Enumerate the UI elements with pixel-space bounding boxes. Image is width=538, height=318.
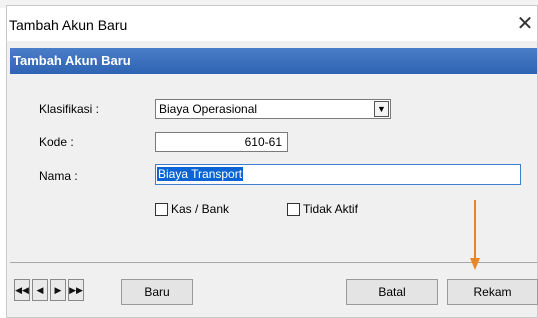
footer-divider [10,262,537,263]
next-record-icon[interactable]: ▶ [50,279,66,301]
rekam-button[interactable]: Rekam [447,279,538,305]
kode-value: 610-61 [244,135,282,149]
kas-bank-label: Kas / Bank [171,202,230,216]
batal-button[interactable]: Batal [346,279,438,305]
baru-button[interactable]: Baru [121,279,193,305]
klasifikasi-value: Biaya Operasional [159,102,258,116]
close-icon[interactable]: ✕ [515,12,535,34]
klasifikasi-select[interactable]: Biaya Operasional ▼ [155,99,391,119]
chevron-down-icon[interactable]: ▼ [374,101,389,117]
tidak-aktif-checkbox[interactable] [287,203,300,216]
kode-input[interactable]: 610-61 [155,132,288,152]
annotation-arrow [470,200,480,270]
nama-value: Biaya Transport [157,167,244,181]
kode-label: Kode : [39,135,74,149]
last-record-icon[interactable]: ▶▶ [68,279,84,301]
first-record-icon[interactable]: ◀◀ [14,279,30,301]
dialog-header-title: Tambah Akun Baru [13,53,131,68]
window-title: Tambah Akun Baru [9,17,128,33]
kas-bank-checkbox[interactable] [155,203,168,216]
klasifikasi-label: Klasifikasi : [39,102,100,116]
previous-record-icon[interactable]: ◀ [32,279,48,301]
tidak-aktif-label: Tidak Aktif [303,202,358,216]
dialog-header: Tambah Akun Baru [10,48,537,74]
title-bar: Tambah Akun Baru ✕ [7,6,537,41]
dialog-window: Tambah Akun Baru ✕ Tambah Akun Baru Klas… [6,5,538,318]
nama-input[interactable]: Biaya Transport [155,164,521,185]
nama-label: Nama : [39,169,78,183]
